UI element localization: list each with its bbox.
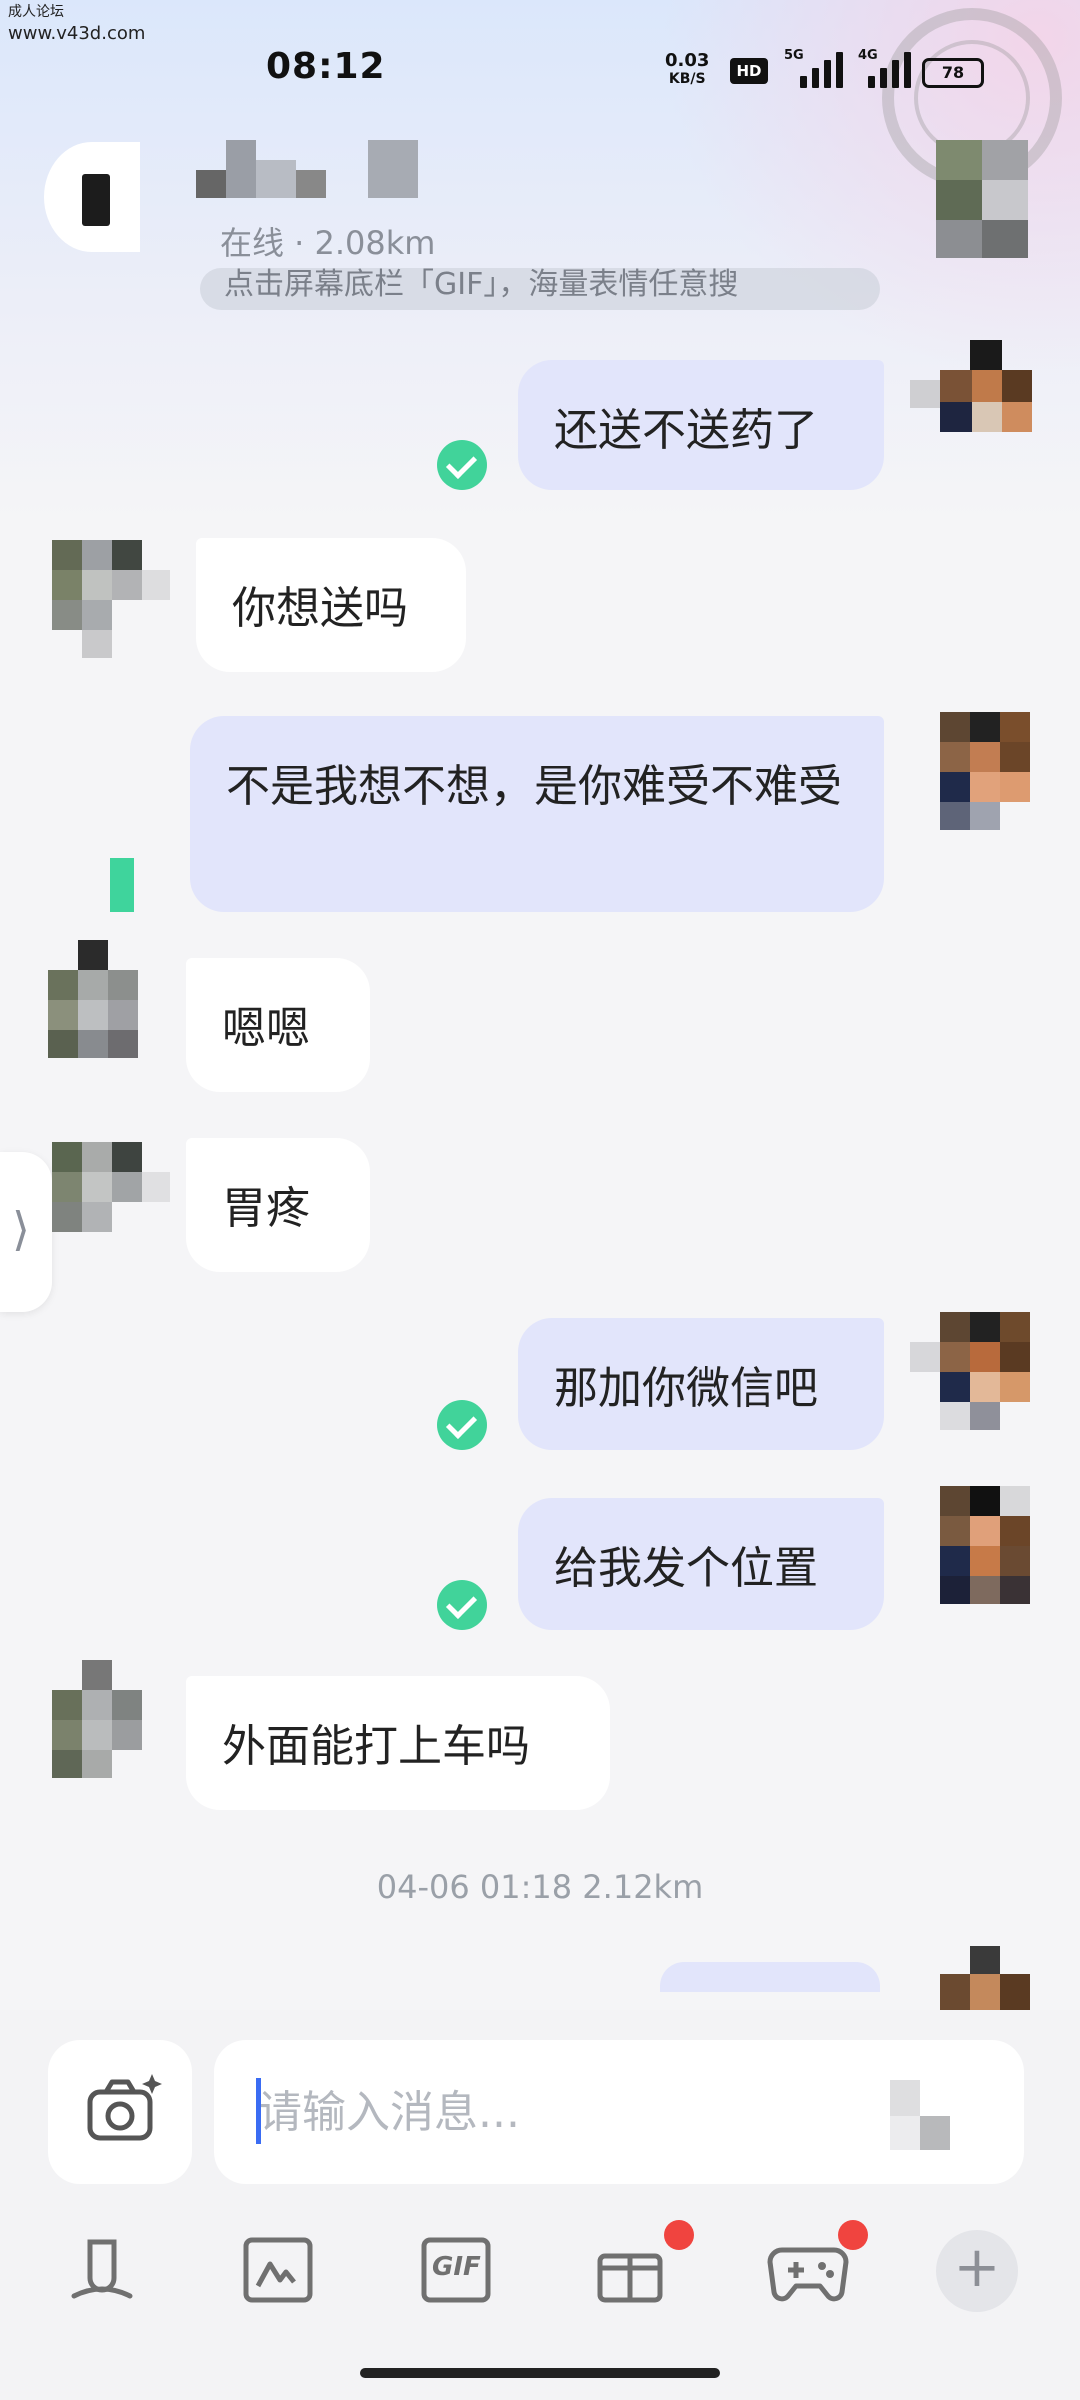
message-timestamp: 04-06 01:18 2.12km	[376, 1868, 704, 1906]
message-bubble-received[interactable]: 你想送吗	[196, 538, 466, 672]
back-button[interactable]	[44, 142, 140, 252]
more-button[interactable]: +	[936, 2230, 1018, 2312]
signal-5g-icon: 5G	[784, 48, 844, 88]
read-check-icon	[437, 1400, 487, 1450]
gift-badge	[664, 2220, 694, 2250]
contact-name-pixelated	[196, 140, 426, 200]
battery-icon: 78	[922, 58, 984, 88]
microphone-icon	[71, 2239, 133, 2299]
message-bubble-received[interactable]: 嗯嗯	[186, 958, 370, 1092]
message-bubble-sent-partial[interactable]	[660, 1962, 880, 1992]
photo-icon	[243, 2237, 313, 2303]
hd-icon: HD	[730, 58, 768, 84]
status-time: 08:12	[266, 46, 386, 87]
message-bubble-received[interactable]: 胃疼	[186, 1138, 370, 1272]
hint-banner: 点击屏幕底栏「GIF」，海量表情任意搜	[200, 268, 880, 310]
message-bubble-sent[interactable]: 不是我想不想，是你难受不难受	[190, 716, 884, 912]
contact-avatar-small[interactable]	[48, 940, 140, 1058]
read-check-icon	[437, 1580, 487, 1630]
game-icon[interactable]	[766, 2232, 850, 2308]
side-drawer-handle[interactable]: ⟩	[0, 1152, 52, 1312]
contact-avatar-small[interactable]	[52, 1660, 144, 1778]
chat-screen: 成人论坛 www.v43d.com 08:12 0.03 KB/S HD 5G …	[0, 0, 1080, 2400]
network-speed: 0.03 KB/S	[665, 52, 709, 88]
status-bar: 08:12 0.03 KB/S HD 5G 4G 78	[0, 0, 1080, 140]
my-avatar[interactable]	[940, 1486, 1032, 1604]
status-tag	[110, 858, 134, 912]
gif-icon[interactable]: GIF	[418, 2232, 494, 2308]
text-cursor	[256, 2078, 261, 2144]
my-avatar[interactable]	[910, 1312, 1032, 1430]
my-avatar[interactable]	[940, 712, 1032, 830]
plus-icon: +	[953, 2235, 1001, 2300]
contact-avatar-small[interactable]	[52, 540, 170, 658]
message-bubble-received[interactable]: 外面能打上车吗	[186, 1676, 610, 1810]
message-bubble-sent[interactable]: 那加你微信吧	[518, 1318, 884, 1450]
game-badge	[838, 2220, 868, 2250]
signal-tag-5g: 5G	[784, 48, 804, 63]
my-avatar[interactable]	[910, 340, 1032, 458]
camera-icon	[87, 2074, 162, 2141]
contact-status-distance: 在线 · 2.08km	[220, 224, 436, 262]
network-speed-unit: KB/S	[668, 71, 706, 87]
voice-record-button[interactable]	[890, 2080, 970, 2150]
message-bubble-sent[interactable]: 还送不送药了	[518, 360, 884, 490]
message-bubble-sent[interactable]: 给我发个位置	[518, 1498, 884, 1630]
read-check-icon	[437, 440, 487, 490]
signal-4g-icon: 4G	[858, 48, 918, 88]
gamepad-icon	[767, 2247, 849, 2302]
gift-icon[interactable]	[592, 2232, 668, 2308]
chevron-right-icon: ⟩	[12, 1202, 30, 1256]
contact-avatar[interactable]	[936, 140, 1028, 258]
gif-label: GIF	[432, 2252, 481, 2282]
camera-button[interactable]	[48, 2040, 192, 2184]
image-icon[interactable]	[240, 2232, 316, 2308]
contact-avatar-small[interactable]	[52, 1142, 170, 1260]
home-indicator[interactable]	[360, 2368, 720, 2378]
network-speed-value: 0.03	[665, 50, 710, 71]
voice-icon[interactable]	[64, 2232, 140, 2308]
my-avatar[interactable]	[940, 1946, 1032, 2010]
signal-tag-4g: 4G	[858, 48, 878, 63]
